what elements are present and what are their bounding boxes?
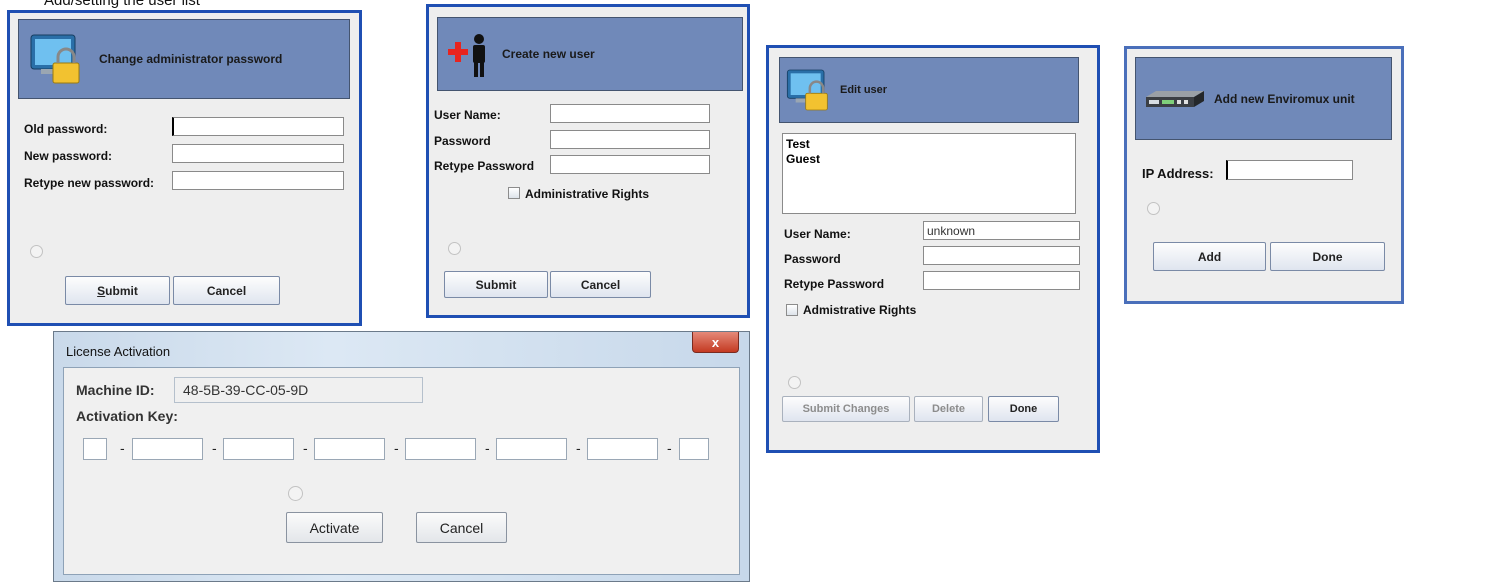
key-separator: -: [485, 440, 490, 456]
done-button[interactable]: Done: [1270, 242, 1385, 271]
license-body: Machine ID: 48-5B-39-CC-05-9D Activation…: [63, 367, 740, 575]
retype-password-field[interactable]: [923, 271, 1080, 290]
activation-key-field-3[interactable]: [223, 438, 294, 460]
admin-rights-label: Administrative Rights: [525, 187, 650, 201]
username-field[interactable]: [923, 221, 1080, 240]
network-device-icon: [1146, 90, 1204, 107]
password-label: Password: [434, 134, 491, 148]
dialog-header: Change administrator password: [18, 19, 350, 99]
key-separator: -: [212, 440, 217, 456]
window-title: License Activation: [66, 344, 171, 359]
key-separator: -: [394, 440, 399, 456]
machine-id-value: 48-5B-39-CC-05-9D: [183, 382, 309, 398]
add-button[interactable]: Add: [1153, 242, 1266, 271]
status-indicator: [288, 486, 303, 501]
monitor-lock-icon: [30, 34, 80, 84]
submit-mnemonic: S: [97, 283, 106, 298]
username-label: User Name:: [434, 108, 501, 122]
key-separator: -: [667, 440, 672, 456]
change-password-dialog: Change administrator password Old passwo…: [7, 10, 362, 326]
key-separator: -: [120, 440, 125, 456]
key-separator: -: [303, 440, 308, 456]
activation-key-field-8[interactable]: [679, 438, 709, 460]
username-label: User Name:: [784, 227, 851, 241]
admin-rights-checkbox[interactable]: [508, 187, 520, 199]
caption-text: Add/setting the user list: [44, 0, 200, 9]
cancel-button[interactable]: Cancel: [550, 271, 651, 298]
retype-password-field[interactable]: [172, 171, 344, 190]
ip-address-field[interactable]: [1226, 160, 1353, 180]
cancel-button[interactable]: Cancel: [416, 512, 507, 543]
retype-password-label: Retype new password:: [24, 176, 155, 190]
key-separator: -: [576, 440, 581, 456]
ip-address-label: IP Address:: [1142, 166, 1214, 181]
status-indicator: [30, 245, 43, 258]
password-field[interactable]: [923, 246, 1080, 265]
add-user-icon: [448, 34, 485, 77]
submit-button-label: ubmit: [105, 283, 138, 298]
cancel-button[interactable]: Cancel: [173, 276, 280, 305]
add-unit-dialog: Add new Enviromux unit IP Address: Add D…: [1124, 46, 1404, 304]
dialog-title: Create new user: [502, 47, 595, 61]
activation-key-field-2[interactable]: [132, 438, 203, 460]
machine-id-field: 48-5B-39-CC-05-9D: [174, 377, 423, 403]
monitor-lock-icon: [786, 69, 828, 111]
done-button[interactable]: Done: [988, 396, 1059, 422]
retype-password-field[interactable]: [550, 155, 710, 174]
status-indicator: [1147, 202, 1160, 215]
status-indicator: [788, 376, 801, 389]
old-password-label: Old password:: [24, 122, 108, 136]
password-label: Password: [784, 252, 841, 266]
list-item[interactable]: Test: [783, 137, 1075, 152]
old-password-field[interactable]: [172, 117, 344, 136]
admin-rights-label: Admistrative Rights: [803, 303, 917, 317]
password-field[interactable]: [550, 130, 710, 149]
dialog-title: Edit user: [840, 84, 888, 96]
machine-id-label: Machine ID:: [76, 382, 155, 398]
activation-key-field-6[interactable]: [496, 438, 567, 460]
new-password-label: New password:: [24, 149, 113, 163]
close-icon: x: [711, 334, 720, 350]
activate-button[interactable]: Activate: [286, 512, 383, 543]
edit-user-dialog: Edit user Test Guest User Name: Password…: [766, 45, 1100, 453]
new-password-field[interactable]: [172, 144, 344, 163]
status-indicator: [448, 242, 461, 255]
dialog-title: Change administrator password: [99, 52, 283, 66]
submit-button[interactable]: Submit: [65, 276, 170, 305]
activation-key-field-7[interactable]: [587, 438, 658, 460]
license-activation-window: License Activation x Machine ID: 48-5B-3…: [53, 331, 750, 582]
submit-changes-button[interactable]: Submit Changes: [782, 396, 910, 422]
activation-key-field-5[interactable]: [405, 438, 476, 460]
create-user-dialog: Create new user User Name: Password Rety…: [426, 4, 750, 318]
user-list[interactable]: Test Guest: [782, 133, 1076, 214]
delete-button[interactable]: Delete: [914, 396, 983, 422]
dialog-title: Add new Enviromux unit: [1214, 91, 1355, 106]
submit-button[interactable]: Submit: [444, 271, 548, 298]
retype-password-label: Retype Password: [434, 159, 535, 173]
dialog-header: Edit user: [779, 57, 1079, 123]
dialog-header: Create new user: [437, 17, 743, 91]
activation-key-field-1[interactable]: [83, 438, 107, 460]
list-item[interactable]: Guest: [783, 152, 1075, 167]
retype-password-label: Retype Password: [784, 277, 885, 291]
close-button[interactable]: x: [692, 332, 739, 353]
dialog-header: Add new Enviromux unit: [1135, 57, 1392, 140]
activation-key-field-4[interactable]: [314, 438, 385, 460]
admin-rights-checkbox[interactable]: [786, 304, 798, 316]
username-field[interactable]: [550, 104, 710, 123]
activation-key-label: Activation Key:: [76, 408, 178, 424]
